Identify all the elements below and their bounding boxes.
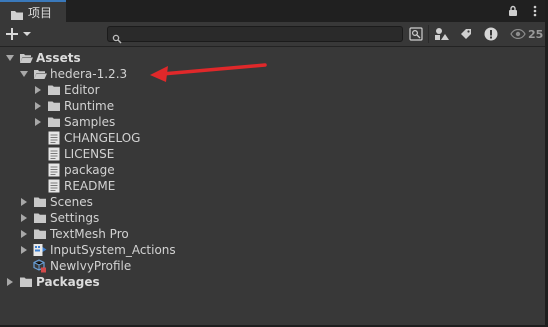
tab-actions (507, 2, 541, 20)
folder-icon (47, 116, 61, 129)
tree-item-label: README (64, 179, 116, 193)
tree-item-package[interactable]: package (47, 162, 115, 178)
eye-icon (510, 29, 526, 39)
text-file-icon (47, 147, 61, 161)
hidden-packages-toggle[interactable]: 25 (510, 25, 543, 43)
tree-item-editor[interactable]: Editor (33, 82, 100, 98)
tree-item-scenes[interactable]: Scenes (19, 194, 93, 210)
expanded-arrow-icon[interactable] (19, 69, 29, 79)
tree-item-samples[interactable]: Samples (33, 114, 115, 130)
filter-by-type-button[interactable] (431, 25, 453, 43)
tag-icon (461, 29, 471, 39)
toolbar: 25 (0, 22, 545, 47)
expanded-arrow-icon[interactable] (5, 53, 15, 63)
project-window: 项目 25 Assets hedera-1.2.3 Editor Runtime… (0, 0, 548, 327)
create-button[interactable] (6, 25, 36, 43)
collapsed-arrow-icon[interactable] (33, 85, 43, 95)
tree-item-label: Assets (36, 51, 81, 65)
search-icon (112, 29, 122, 48)
tree-item-assets[interactable]: Assets (5, 50, 81, 66)
tree-item-changelog[interactable]: CHANGELOG (47, 130, 140, 146)
input-actions-icon (33, 244, 47, 257)
tree-item-license[interactable]: LICENSE (47, 146, 114, 162)
tab-project[interactable]: 项目 (0, 0, 66, 22)
text-file-icon (47, 163, 61, 177)
tree-item-label: Packages (36, 275, 100, 289)
collapsed-arrow-icon[interactable] (19, 213, 29, 223)
warning-icon (484, 27, 498, 41)
tree-item-inputsystem-actions[interactable]: InputSystem_Actions (19, 242, 176, 258)
hidden-count-label: 25 (528, 27, 544, 41)
tree-item-label: LICENSE (64, 147, 115, 161)
more-options-icon[interactable] (529, 4, 541, 18)
tab-bar: 项目 (0, 0, 545, 22)
collapsed-arrow-icon[interactable] (19, 245, 29, 255)
folder-icon (33, 228, 47, 241)
folder-icon (19, 276, 33, 289)
tree-item-label: NewIvyProfile (50, 259, 132, 273)
search-scope-button[interactable] (405, 25, 427, 43)
tree-item-readme[interactable]: README (47, 178, 115, 194)
search-input[interactable] (124, 27, 394, 41)
tree-item-label: TextMesh Pro (50, 227, 129, 241)
search-scope-icon (409, 27, 423, 41)
tree-item-runtime[interactable]: Runtime (33, 98, 114, 114)
filter-log-button[interactable] (480, 25, 502, 43)
folder-icon (47, 100, 61, 113)
collapsed-arrow-icon[interactable] (5, 277, 15, 287)
folder-open-icon (33, 68, 47, 81)
folder-open-icon (19, 52, 33, 65)
folder-icon (47, 84, 61, 97)
text-file-icon (47, 131, 61, 145)
tree-item-label: Samples (64, 115, 116, 129)
lock-icon[interactable] (507, 4, 519, 18)
ivy-profile-icon (33, 259, 47, 273)
tree-item-settings[interactable]: Settings (19, 210, 99, 226)
tree-item-label: Settings (50, 211, 100, 225)
tree-item-newivyprofile[interactable]: NewIvyProfile (33, 258, 131, 274)
tree-item-packages[interactable]: Packages (5, 274, 100, 290)
tab-label: 项目 (28, 5, 53, 20)
collapsed-arrow-icon[interactable] (19, 229, 29, 239)
search-field[interactable] (107, 26, 403, 44)
tree-item-label: Scenes (50, 195, 93, 209)
collapsed-arrow-icon[interactable] (33, 101, 43, 111)
tree-item-label: CHANGELOG (64, 131, 141, 145)
tree-item-label: Editor (64, 83, 100, 97)
folder-icon (33, 212, 47, 225)
collapsed-arrow-icon[interactable] (19, 197, 29, 207)
tree-item-label: package (64, 163, 115, 177)
tree-item-textmesh-pro[interactable]: TextMesh Pro (19, 226, 129, 242)
filter-type-icon (435, 28, 449, 40)
tree-item-label: Runtime (64, 99, 115, 113)
folder-icon (10, 6, 24, 20)
filter-by-label-button[interactable] (455, 25, 477, 43)
collapsed-arrow-icon[interactable] (33, 117, 43, 127)
tree-item-label: hedera-1.2.3 (50, 67, 128, 81)
text-file-icon (47, 179, 61, 193)
toolbar-divider (428, 25, 429, 43)
folder-icon (33, 196, 47, 209)
tree-item-label: InputSystem_Actions (50, 243, 176, 257)
plus-icon (6, 28, 31, 40)
tree-item-hedera[interactable]: hedera-1.2.3 (19, 66, 127, 82)
